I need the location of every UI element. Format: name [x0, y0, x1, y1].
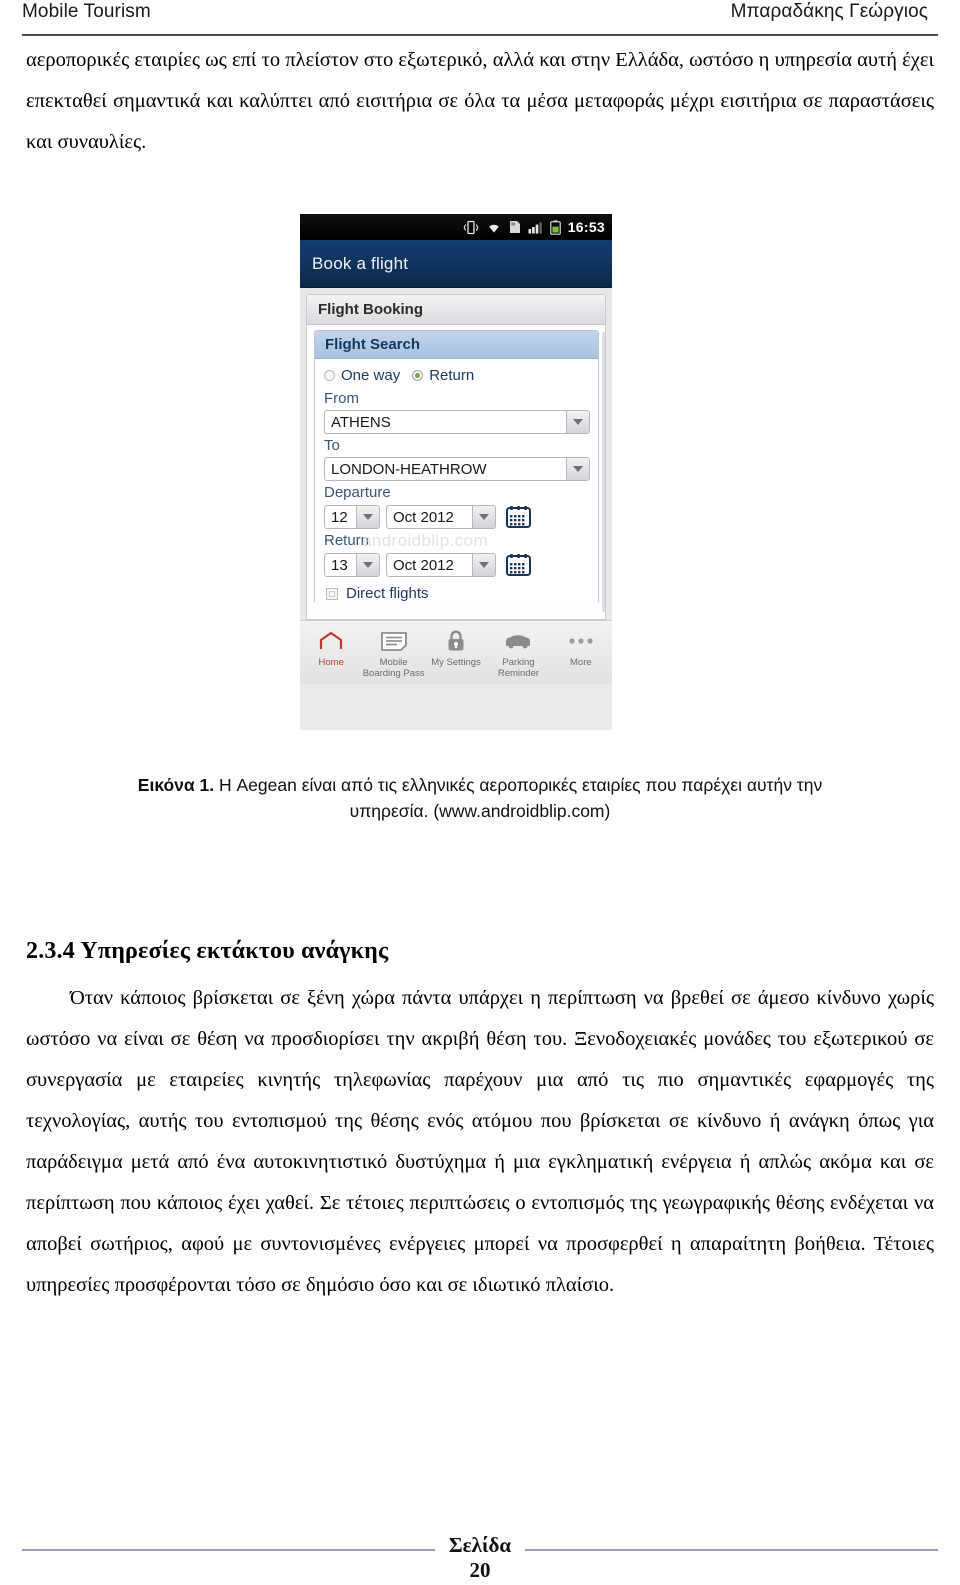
- departure-month-value: Oct 2012: [393, 508, 454, 526]
- return-month-value: Oct 2012: [393, 556, 454, 574]
- flight-booking-title: Flight Booking: [318, 301, 423, 318]
- chevron-down-icon: [573, 466, 583, 472]
- sd-card-icon: [509, 221, 520, 233]
- return-day-arrow[interactable]: [356, 554, 379, 576]
- return-month-arrow[interactable]: [472, 554, 495, 576]
- departure-label: Departure: [324, 484, 391, 501]
- return-label: Return: [429, 366, 475, 384]
- ellipsis-icon: [568, 627, 594, 655]
- flight-search-subpanel: Flight Search One way Return From ATHENS…: [314, 330, 599, 602]
- tab-parking-reminder-label: Parking Reminder: [497, 657, 540, 679]
- page-number: 20: [469, 1558, 491, 1582]
- document-body-top: αεροπορικές εταιρίες ως επί το πλείστον …: [26, 40, 934, 163]
- one-way-label: One way: [341, 366, 401, 384]
- flight-search-title: Flight Search: [325, 336, 421, 353]
- android-status-bar: 16:53: [300, 214, 612, 240]
- return-date-label: Return: [324, 532, 370, 549]
- tab-home[interactable]: Home: [300, 627, 362, 668]
- chevron-down-icon: [573, 419, 583, 425]
- page-word: Σελίδα: [448, 1533, 512, 1557]
- wifi-icon: [488, 224, 499, 233]
- header-right-author: Μπαραδάκης Γεώργιος: [730, 1, 928, 22]
- figure-mobile-app-screenshot: 16:53 Book a flight Flight Booking Fligh…: [300, 214, 612, 730]
- one-way-radio[interactable]: [324, 369, 335, 381]
- direct-flights-label: Direct flights: [346, 585, 429, 602]
- departure-day-arrow[interactable]: [356, 506, 379, 528]
- from-select[interactable]: ATHENS: [324, 410, 590, 434]
- flight-booking-panel-body: Flight Search One way Return From ATHENS…: [307, 325, 605, 602]
- vibrate-icon: [463, 220, 479, 234]
- flight-search-header: Flight Search: [315, 331, 598, 359]
- status-bar-icons: [463, 219, 561, 235]
- to-label: To: [324, 437, 340, 454]
- tab-more[interactable]: More: [550, 627, 612, 668]
- chevron-down-icon: [479, 514, 489, 520]
- footer-rule-right: [525, 1549, 938, 1551]
- to-dropdown-arrow[interactable]: [566, 458, 589, 480]
- paragraph-continued: αεροπορικές εταιρίες ως επί το πλείστον …: [26, 49, 934, 153]
- section-paragraph: Όταν κάποιος βρίσκεται σε ξένη χώρα πάντ…: [26, 987, 934, 1296]
- departure-month-arrow[interactable]: [472, 506, 495, 528]
- bottom-tab-bar: Home Mobile Boarding Pass My Settings Pa…: [300, 620, 612, 684]
- return-date-row: 13 Oct 2012: [324, 552, 590, 577]
- direct-flights-row[interactable]: Direct flights: [324, 585, 590, 602]
- home-icon: [319, 627, 343, 655]
- car-icon: [504, 627, 532, 655]
- chevron-down-icon: [363, 514, 373, 520]
- chevron-down-icon: [363, 562, 373, 568]
- to-value: LONDON-HEATHROW: [331, 460, 487, 478]
- figure-caption-text: Η Aegean είναι από τις ελληνικές αεροπορ…: [214, 775, 823, 821]
- departure-day-value: 12: [331, 508, 348, 526]
- tab-my-settings[interactable]: My Settings: [425, 627, 487, 668]
- from-value: ATHENS: [331, 413, 391, 431]
- to-select[interactable]: LONDON-HEATHROW: [324, 457, 590, 481]
- status-bar-clock: 16:53: [567, 219, 605, 235]
- return-calendar-icon[interactable]: [506, 553, 531, 576]
- tab-parking-reminder[interactable]: Parking Reminder: [487, 627, 549, 679]
- tab-my-settings-label: My Settings: [431, 657, 481, 668]
- document-body-section: Όταν κάποιος βρίσκεται σε ξένη χώρα πάντ…: [26, 978, 934, 1306]
- page-header: Mobile Tourism Μπαραδάκης Γεώργιος: [22, 0, 938, 36]
- from-dropdown-arrow[interactable]: [566, 411, 589, 433]
- from-label: From: [324, 390, 359, 407]
- trip-type-radio-group: One way Return: [324, 363, 590, 387]
- tab-more-label: More: [570, 657, 592, 668]
- return-day-value: 13: [331, 556, 348, 574]
- lock-icon: [446, 627, 466, 655]
- page-footer: Σελίδα 20: [22, 1525, 938, 1582]
- page-number-block: Σελίδα 20: [435, 1533, 525, 1583]
- section-heading: 2.3.4 Υπηρεσίες εκτάκτου ανάγκης: [26, 938, 389, 964]
- return-radio[interactable]: [412, 369, 424, 381]
- flight-search-form: One way Return From ATHENS To LONDON-HEA…: [315, 359, 598, 602]
- app-title: Book a flight: [312, 253, 409, 273]
- departure-month-select[interactable]: Oct 2012: [386, 505, 496, 529]
- chevron-down-icon: [479, 562, 489, 568]
- tab-home-label: Home: [318, 657, 344, 668]
- app-title-bar: Book a flight: [300, 240, 612, 288]
- return-day-select[interactable]: 13: [324, 553, 380, 577]
- return-month-select[interactable]: Oct 2012: [386, 553, 496, 577]
- header-left-title: Mobile Tourism: [22, 1, 151, 22]
- battery-icon: [549, 219, 561, 235]
- boarding-pass-icon: [380, 627, 407, 655]
- app-content-area: Flight Booking Flight Search One way Ret…: [300, 288, 612, 620]
- departure-day-select[interactable]: 12: [324, 505, 380, 529]
- tab-mobile-boarding-pass-label: Mobile Boarding Pass: [362, 657, 425, 679]
- departure-date-row: 12 Oct 2012: [324, 504, 590, 529]
- vertical-scrollbar[interactable]: [602, 332, 605, 612]
- departure-calendar-icon[interactable]: [506, 505, 531, 528]
- signal-icon: [528, 221, 542, 233]
- flight-booking-panel: Flight Booking Flight Search One way Ret…: [306, 294, 606, 620]
- figure-caption-label: Εικόνα 1.: [137, 775, 215, 795]
- tab-mobile-boarding-pass[interactable]: Mobile Boarding Pass: [362, 627, 425, 679]
- flight-booking-panel-header: Flight Booking: [307, 295, 605, 325]
- figure-caption: Εικόνα 1. Η Aegean είναι από τις ελληνικ…: [100, 772, 860, 824]
- footer-rule-left: [22, 1549, 435, 1551]
- direct-flights-checkbox[interactable]: [326, 587, 338, 600]
